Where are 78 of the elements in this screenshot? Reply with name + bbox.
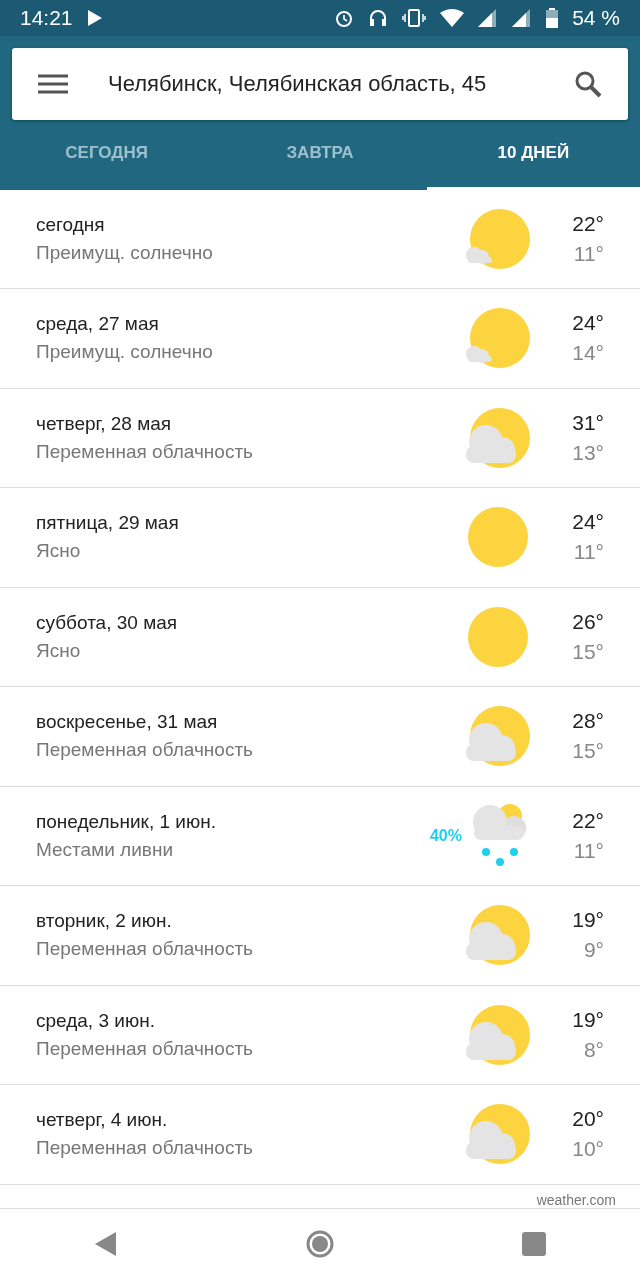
forecast-row[interactable]: понедельник, 1 июн. Местами ливни 40% 22° 11° <box>0 786 640 887</box>
day-label: сегодня <box>36 213 106 236</box>
low-temperature: 15° <box>572 739 604 764</box>
sun-icon <box>466 505 530 570</box>
condition-label: Переменная облачность <box>36 739 254 762</box>
forecast-row[interactable]: среда, 27 мая Преимущ. солнечно 24° 14° <box>0 289 640 389</box>
home-icon[interactable] <box>306 1230 334 1259</box>
condition-label: Преимущ. солнечно <box>36 341 214 364</box>
sun-cloud-icon <box>464 1102 530 1167</box>
sun-cloud-icon <box>464 206 530 271</box>
headphones-icon <box>368 7 389 28</box>
search-icon[interactable] <box>574 69 602 98</box>
vibrate-icon <box>402 7 427 28</box>
precipitation-chance: 40% <box>429 826 462 845</box>
forecast-row[interactable]: пятница, 29 мая Ясно 24° 11° <box>0 488 640 588</box>
day-label: понедельник, 1 июн. <box>36 810 217 833</box>
condition-label: Переменная облачность <box>36 1037 254 1060</box>
condition-label: Переменная облачность <box>36 440 254 463</box>
menu-icon[interactable] <box>38 73 68 94</box>
tab[interactable]: 10 ДНЕЙ <box>426 119 640 190</box>
forecast-row[interactable]: среда, 3 июн. Переменная облачность 19° 8° <box>0 985 640 1086</box>
high-temperature: 22° <box>572 211 604 236</box>
recents-icon[interactable] <box>522 1232 546 1257</box>
low-temperature: 10° <box>572 1137 604 1162</box>
condition-label: Переменная облачность <box>36 938 254 961</box>
low-temperature: 11° <box>573 838 604 863</box>
forecast-row[interactable]: суббота, 30 мая Ясно 26° 15° <box>0 587 640 688</box>
low-temperature: 15° <box>572 639 604 664</box>
battery-level: 54 % <box>572 5 620 30</box>
high-temperature: 24° <box>572 510 604 535</box>
high-temperature: 19° <box>572 1007 604 1032</box>
signal-icon <box>512 8 533 27</box>
sun-icon <box>466 604 530 669</box>
sun-cloud-icon <box>464 903 530 968</box>
forecast-row[interactable]: сегодня Преимущ. солнечно 22° 11° <box>0 189 640 290</box>
day-label: вторник, 2 июн. <box>36 910 173 933</box>
sun-cloud-icon <box>464 405 530 470</box>
location-search-bar[interactable]: Челябинск, Челябинская область, 45 <box>12 47 628 120</box>
play-icon <box>86 8 103 27</box>
low-temperature: 11° <box>573 540 604 565</box>
low-temperature: 14° <box>572 341 604 366</box>
sun-cloud-icon <box>464 1002 530 1067</box>
back-icon[interactable] <box>94 1231 118 1258</box>
forecast-row[interactable]: четверг, 4 июн. Переменная облачность 20° 10° <box>0 1085 640 1185</box>
condition-label: Переменная облачность <box>36 1137 254 1160</box>
sun-cloud-icon <box>464 704 530 769</box>
day-label: воскресенье, 31 мая <box>36 711 219 734</box>
condition-label: Ясно <box>36 639 82 662</box>
high-temperature: 24° <box>572 311 604 336</box>
wifi-icon <box>440 8 465 27</box>
forecast-row[interactable]: четверг, 28 мая Переменная облачность 31° 13° <box>0 388 640 489</box>
day-label: суббота, 30 мая <box>36 611 179 634</box>
battery-icon <box>546 7 559 28</box>
sun-cloud-icon <box>464 306 530 371</box>
day-label: четверг, 28 мая <box>36 412 173 435</box>
low-temperature: 13° <box>572 440 604 465</box>
high-temperature: 31° <box>572 410 604 435</box>
high-temperature: 28° <box>572 709 604 734</box>
low-temperature: 8° <box>583 1037 604 1062</box>
condition-label: Ясно <box>36 540 82 563</box>
day-label: пятница, 29 мая <box>36 512 180 535</box>
signal-icon <box>478 8 499 27</box>
low-temperature: 11° <box>573 241 604 266</box>
forecast-row[interactable]: воскресенье, 31 мая Переменная облачность 28° 15° <box>0 687 640 787</box>
day-label: четверг, 4 июн. <box>36 1109 169 1132</box>
clock-time: 14:21 <box>20 5 73 30</box>
day-label: среда, 27 мая <box>36 313 160 336</box>
source-credit: weather.com <box>536 1191 616 1208</box>
high-temperature: 22° <box>572 808 604 833</box>
high-temperature: 20° <box>572 1107 604 1132</box>
condition-label: Преимущ. солнечно <box>36 241 214 264</box>
condition-label: Местами ливни <box>36 838 175 861</box>
low-temperature: 9° <box>583 938 604 963</box>
high-temperature: 26° <box>572 609 604 634</box>
day-label: среда, 3 июн. <box>36 1009 156 1032</box>
high-temperature: 19° <box>572 908 604 933</box>
forecast-row[interactable]: вторник, 2 июн. Переменная облачность 19° 9° <box>0 886 640 986</box>
location-text: Челябинск, Челябинская область, 45 <box>108 70 488 97</box>
